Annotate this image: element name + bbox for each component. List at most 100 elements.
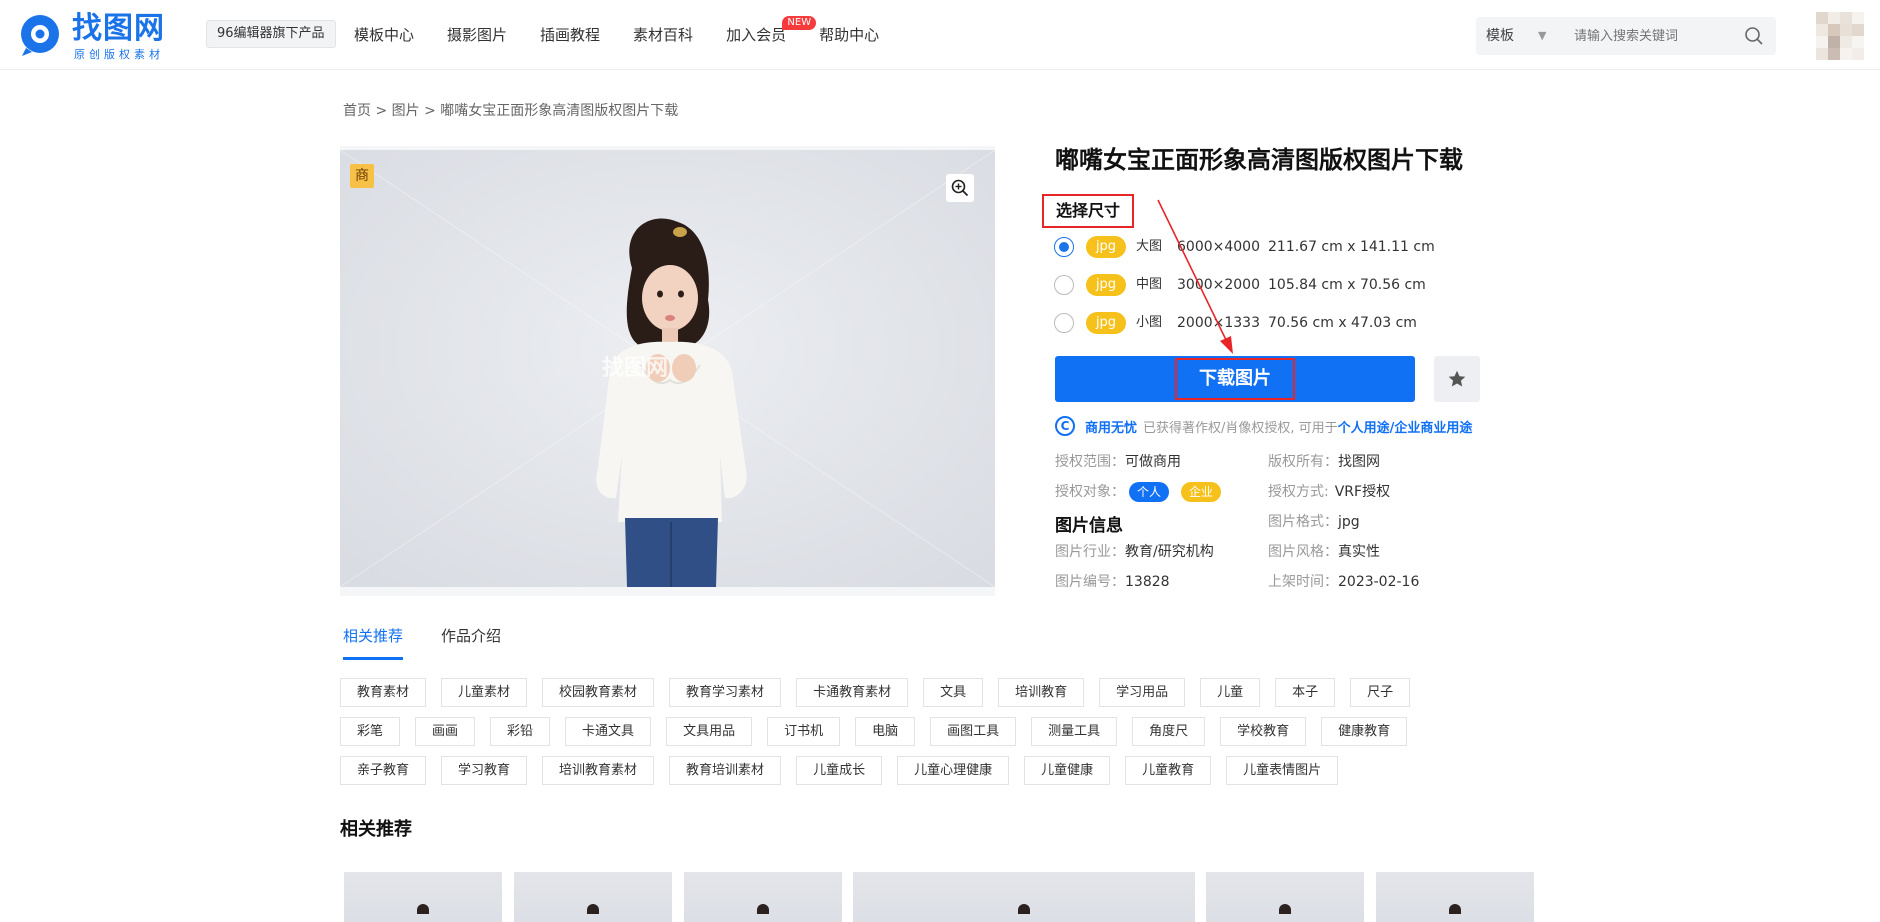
radio[interactable] [1054, 275, 1074, 295]
breadcrumb[interactable]: 首页 > 图片 > 嘟嘴女宝正面形象高清图版权图片下载 [343, 100, 678, 120]
license-note: C 商用无忧 已获得著作权/肖像权授权, 可用于 个人用途/企业商业用途 [1055, 416, 1472, 436]
favorite-button[interactable] [1434, 356, 1480, 402]
download-button[interactable]: 下载图片 [1055, 356, 1415, 402]
size-cm: 105.84 cm x 70.56 cm [1268, 277, 1426, 293]
related-thumbnail[interactable] [344, 872, 502, 922]
info-industry: 图片行业：教育/研究机构 [1055, 544, 1214, 560]
size-name: 大图 [1136, 239, 1163, 254]
main-photo[interactable]: 商 找图网 [340, 150, 995, 587]
watermark: 找图网 [602, 356, 669, 381]
size-options: jpg 大图 6000×4000 211.67 cm x 141.11 cm j… [1054, 228, 1454, 342]
info-target: 授权对象： 个人 企业 [1055, 482, 1222, 502]
related-thumbnail[interactable] [684, 872, 842, 922]
radio[interactable] [1054, 313, 1074, 333]
keyword-tag[interactable]: 卡通文具 [565, 717, 652, 746]
radio-selected[interactable] [1054, 237, 1074, 257]
keyword-tag[interactable]: 文具 [923, 678, 984, 707]
size-option-medium[interactable]: jpg 中图 3000×2000 105.84 cm x 70.56 cm [1054, 266, 1454, 304]
zoom-in-icon[interactable] [946, 174, 974, 202]
search-input[interactable] [1574, 24, 1734, 48]
info-date: 上架时间：2023-02-16 [1268, 574, 1420, 590]
keyword-tag[interactable]: 儿童健康 [1024, 756, 1111, 785]
keyword-tag[interactable]: 教育培训素材 [669, 756, 782, 785]
related-thumbnail[interactable] [1376, 872, 1534, 922]
format-badge: jpg [1086, 236, 1126, 258]
keyword-tag[interactable]: 电脑 [855, 717, 916, 746]
site-logo[interactable]: 找图网 原创版权素材 [18, 10, 178, 62]
keyword-tag[interactable]: 文具用品 [666, 717, 753, 746]
keyword-tag[interactable]: 健康教育 [1321, 717, 1408, 746]
avatar[interactable] [1816, 12, 1864, 60]
size-name: 中图 [1136, 277, 1163, 292]
size-pixels: 3000×2000 [1177, 277, 1260, 293]
license-text: 已获得著作权/肖像权授权, 可用于 [1143, 420, 1338, 436]
keyword-tag[interactable]: 角度尺 [1132, 717, 1206, 746]
nav-item-photos[interactable]: 摄影图片 [447, 0, 507, 70]
nav-item-help[interactable]: 帮助中心 [819, 0, 879, 70]
keyword-tag[interactable]: 儿童表情图片 [1226, 756, 1339, 785]
keyword-tag[interactable]: 儿童心理健康 [897, 756, 1010, 785]
size-cm: 70.56 cm x 47.03 cm [1268, 315, 1417, 331]
keyword-tag[interactable]: 卡通教育素材 [796, 678, 909, 707]
format-badge: jpg [1086, 312, 1126, 334]
download-label: 下载图片 [1175, 358, 1295, 400]
keyword-tag[interactable]: 校园教育素材 [542, 678, 655, 707]
search-category-select[interactable]: 模板 [1486, 17, 1514, 55]
license-usage-link[interactable]: 个人用途/企业商业用途 [1338, 417, 1473, 436]
tab-related[interactable]: 相关推荐 [343, 624, 404, 660]
size-option-small[interactable]: jpg 小图 2000×1333 70.56 cm x 47.03 cm [1054, 304, 1454, 342]
related-section-title: 相关推荐 [340, 819, 412, 840]
keyword-tag[interactable]: 彩铅 [490, 717, 551, 746]
chevron-down-icon[interactable]: ▼ [1538, 17, 1546, 55]
size-pixels: 2000×1333 [1177, 315, 1260, 331]
top-header: 找图网 原创版权素材 96编辑器旗下产品 模板中心 摄影图片 插画教程 素材百科… [0, 0, 1880, 70]
editor-product-tag[interactable]: 96编辑器旗下产品 [206, 20, 336, 48]
nav-item-materials[interactable]: 素材百科 [633, 0, 693, 70]
nav-item-templates[interactable]: 模板中心 [354, 0, 414, 70]
size-option-large[interactable]: jpg 大图 6000×4000 211.67 cm x 141.11 cm [1054, 228, 1454, 266]
info-style: 图片风格：真实性 [1268, 544, 1380, 560]
tab-description[interactable]: 作品介绍 [441, 624, 501, 660]
main-nav: 模板中心 摄影图片 插画教程 素材百科 加入会员 NEW 帮助中心 [354, 0, 912, 70]
keyword-tag[interactable]: 亲子教育 [340, 756, 427, 785]
content-tabs: 相关推荐 作品介绍 [343, 624, 539, 660]
keyword-tag[interactable]: 培训教育 [998, 678, 1085, 707]
logo-icon [21, 15, 59, 56]
keyword-tag[interactable]: 订书机 [767, 717, 841, 746]
nav-item-membership[interactable]: 加入会员 NEW [726, 0, 817, 70]
search-bar: 模板 ▼ [1476, 17, 1776, 55]
keyword-tag[interactable]: 儿童素材 [441, 678, 528, 707]
keyword-tag[interactable]: 画图工具 [930, 717, 1017, 746]
keyword-tag[interactable]: 画画 [415, 717, 476, 746]
info-owner: 版权所有：找图网 [1268, 454, 1380, 470]
target-company-badge: 企业 [1181, 482, 1222, 502]
keyword-tag[interactable]: 学习教育 [441, 756, 528, 785]
image-info-title: 图片信息 [1055, 516, 1123, 536]
search-icon[interactable] [1744, 26, 1764, 46]
info-method: 授权方式: VRF授权 [1268, 484, 1391, 500]
keyword-tag[interactable]: 教育学习素材 [669, 678, 782, 707]
keyword-tag[interactable]: 儿童 [1200, 678, 1261, 707]
keyword-tag[interactable]: 本子 [1275, 678, 1336, 707]
related-thumbnail[interactable] [1206, 872, 1364, 922]
related-thumbnail[interactable] [514, 872, 672, 922]
keyword-tag[interactable]: 学习用品 [1099, 678, 1186, 707]
keyword-tag[interactable]: 彩笔 [340, 717, 401, 746]
page-title: 嘟嘴女宝正面形象高清图版权图片下载 [1055, 146, 1463, 174]
keyword-tag[interactable]: 测量工具 [1031, 717, 1118, 746]
keyword-tag[interactable]: 教育素材 [340, 678, 427, 707]
keyword-tags: 教育素材 儿童素材 校园教育素材 教育学习素材 卡通教育素材 文具 培训教育 学习用品 儿童 本子… [340, 678, 1485, 795]
keyword-tag[interactable]: 培训教育素材 [542, 756, 655, 785]
keyword-tag[interactable]: 儿童成长 [796, 756, 883, 785]
size-cm: 211.67 cm x 141.11 cm [1268, 239, 1435, 255]
keyword-tag[interactable]: 儿童教育 [1125, 756, 1212, 785]
logo-subtitle: 原创版权素材 [74, 48, 164, 61]
keyword-tag[interactable]: 学校教育 [1220, 717, 1307, 746]
related-thumbnail[interactable] [853, 872, 1195, 922]
logo-text: 找图网 [72, 11, 165, 46]
commercial-badge: 商 [350, 164, 374, 188]
star-icon [1448, 370, 1466, 387]
nav-item-illustrations[interactable]: 插画教程 [540, 0, 600, 70]
new-badge: NEW [782, 16, 817, 30]
keyword-tag[interactable]: 尺子 [1350, 678, 1411, 707]
